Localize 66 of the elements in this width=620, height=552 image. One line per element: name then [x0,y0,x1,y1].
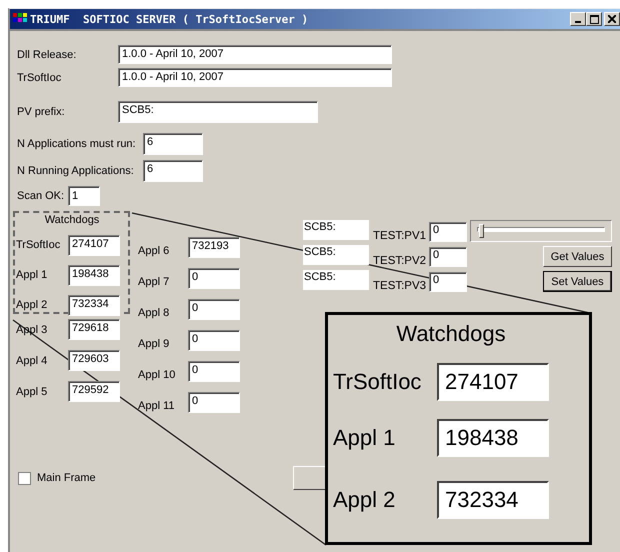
field-label: Appl 2 [16,299,48,311]
input-field[interactable]: 729618 [68,319,120,340]
input-field[interactable]: 6 [143,133,203,155]
field-label: N Running Applications: [17,165,135,177]
field-label: Appl 5 [16,386,48,398]
slider-thumb[interactable] [478,224,484,238]
input-field[interactable]: 0 [188,361,240,382]
input-field: 198438 [437,419,549,457]
field-label: Appl 6 [138,244,170,256]
prefix-field[interactable]: SCB5: [303,220,369,240]
prefix-field[interactable]: SCB5: [303,270,369,290]
field-label: Appl 10 [138,368,176,380]
input-field: 274107 [437,363,549,401]
push-button[interactable]: Set Values [543,271,612,292]
field-label: Appl 11 [138,398,176,412]
field-label: Appl 4 [16,354,48,366]
input-field[interactable]: 198438 [68,264,120,286]
field-label: N Applications must run: [17,138,137,150]
prefix-field[interactable]: SCB5: [303,245,369,265]
field-label: TrSoftIoc [333,369,422,395]
push-button[interactable] [292,466,326,490]
input-field[interactable]: SCB5: [118,101,318,123]
checkbox-label: Main Frame [37,472,96,484]
input-field[interactable]: 0 [429,272,467,292]
field-label: Appl 8 [138,306,170,318]
field-label: TrSoftIoc [17,72,62,84]
group-title: Watchdogs [44,213,100,228]
field-label: PV prefix: [17,106,66,118]
input-field[interactable]: 0 [188,268,240,289]
input-field[interactable]: 729592 [68,381,120,402]
pv-label: TEST:PV1 [372,230,428,242]
input-field[interactable]: 1 [68,186,100,206]
field-label: Appl 2 [333,487,396,513]
input-field[interactable]: 274107 [68,234,120,256]
close-button[interactable] [604,12,620,26]
input-field[interactable]: 0 [429,247,467,267]
input-field[interactable]: 1.0.0 - April 10, 2007 [118,45,392,64]
input-field[interactable]: 0 [429,222,467,242]
input-field[interactable]: 732193 [188,237,240,258]
pv-label: TEST:PV3 [372,280,428,292]
field-label: Scan OK: [17,190,66,202]
input-field[interactable]: 1.0.0 - April 10, 2007 [118,68,392,87]
field-label: TrSoftIoc [16,239,62,251]
inset-title: Watchdogs [395,321,507,348]
input-field[interactable]: 0 [188,392,240,413]
input-field[interactable]: 732334 [68,294,120,316]
field-label: Appl 7 [138,274,170,288]
push-button[interactable]: Get Values [543,246,612,267]
slider[interactable] [470,220,612,242]
input-field[interactable]: 0 [188,330,240,351]
checkbox[interactable] [18,472,31,484]
field-label: Appl 9 [138,336,170,350]
input-field[interactable]: 729603 [68,350,120,371]
app-icon [13,13,27,25]
field-label: Dll Release: [17,48,78,60]
pv-label: TEST:PV2 [372,255,428,267]
field-label: Appl 1 [16,269,48,281]
input-field: 732334 [437,481,549,519]
close-icon [608,15,616,23]
input-field[interactable]: 6 [143,160,203,182]
window-title: TRIUMF SOFTIOC SERVER ( TrSoftIocServer ) [30,12,310,26]
input-field[interactable]: 0 [188,299,240,320]
maximize-button[interactable] [586,12,602,26]
minimize-button[interactable] [570,12,586,26]
field-label: Appl 1 [333,425,396,451]
maximize-icon [590,14,598,24]
